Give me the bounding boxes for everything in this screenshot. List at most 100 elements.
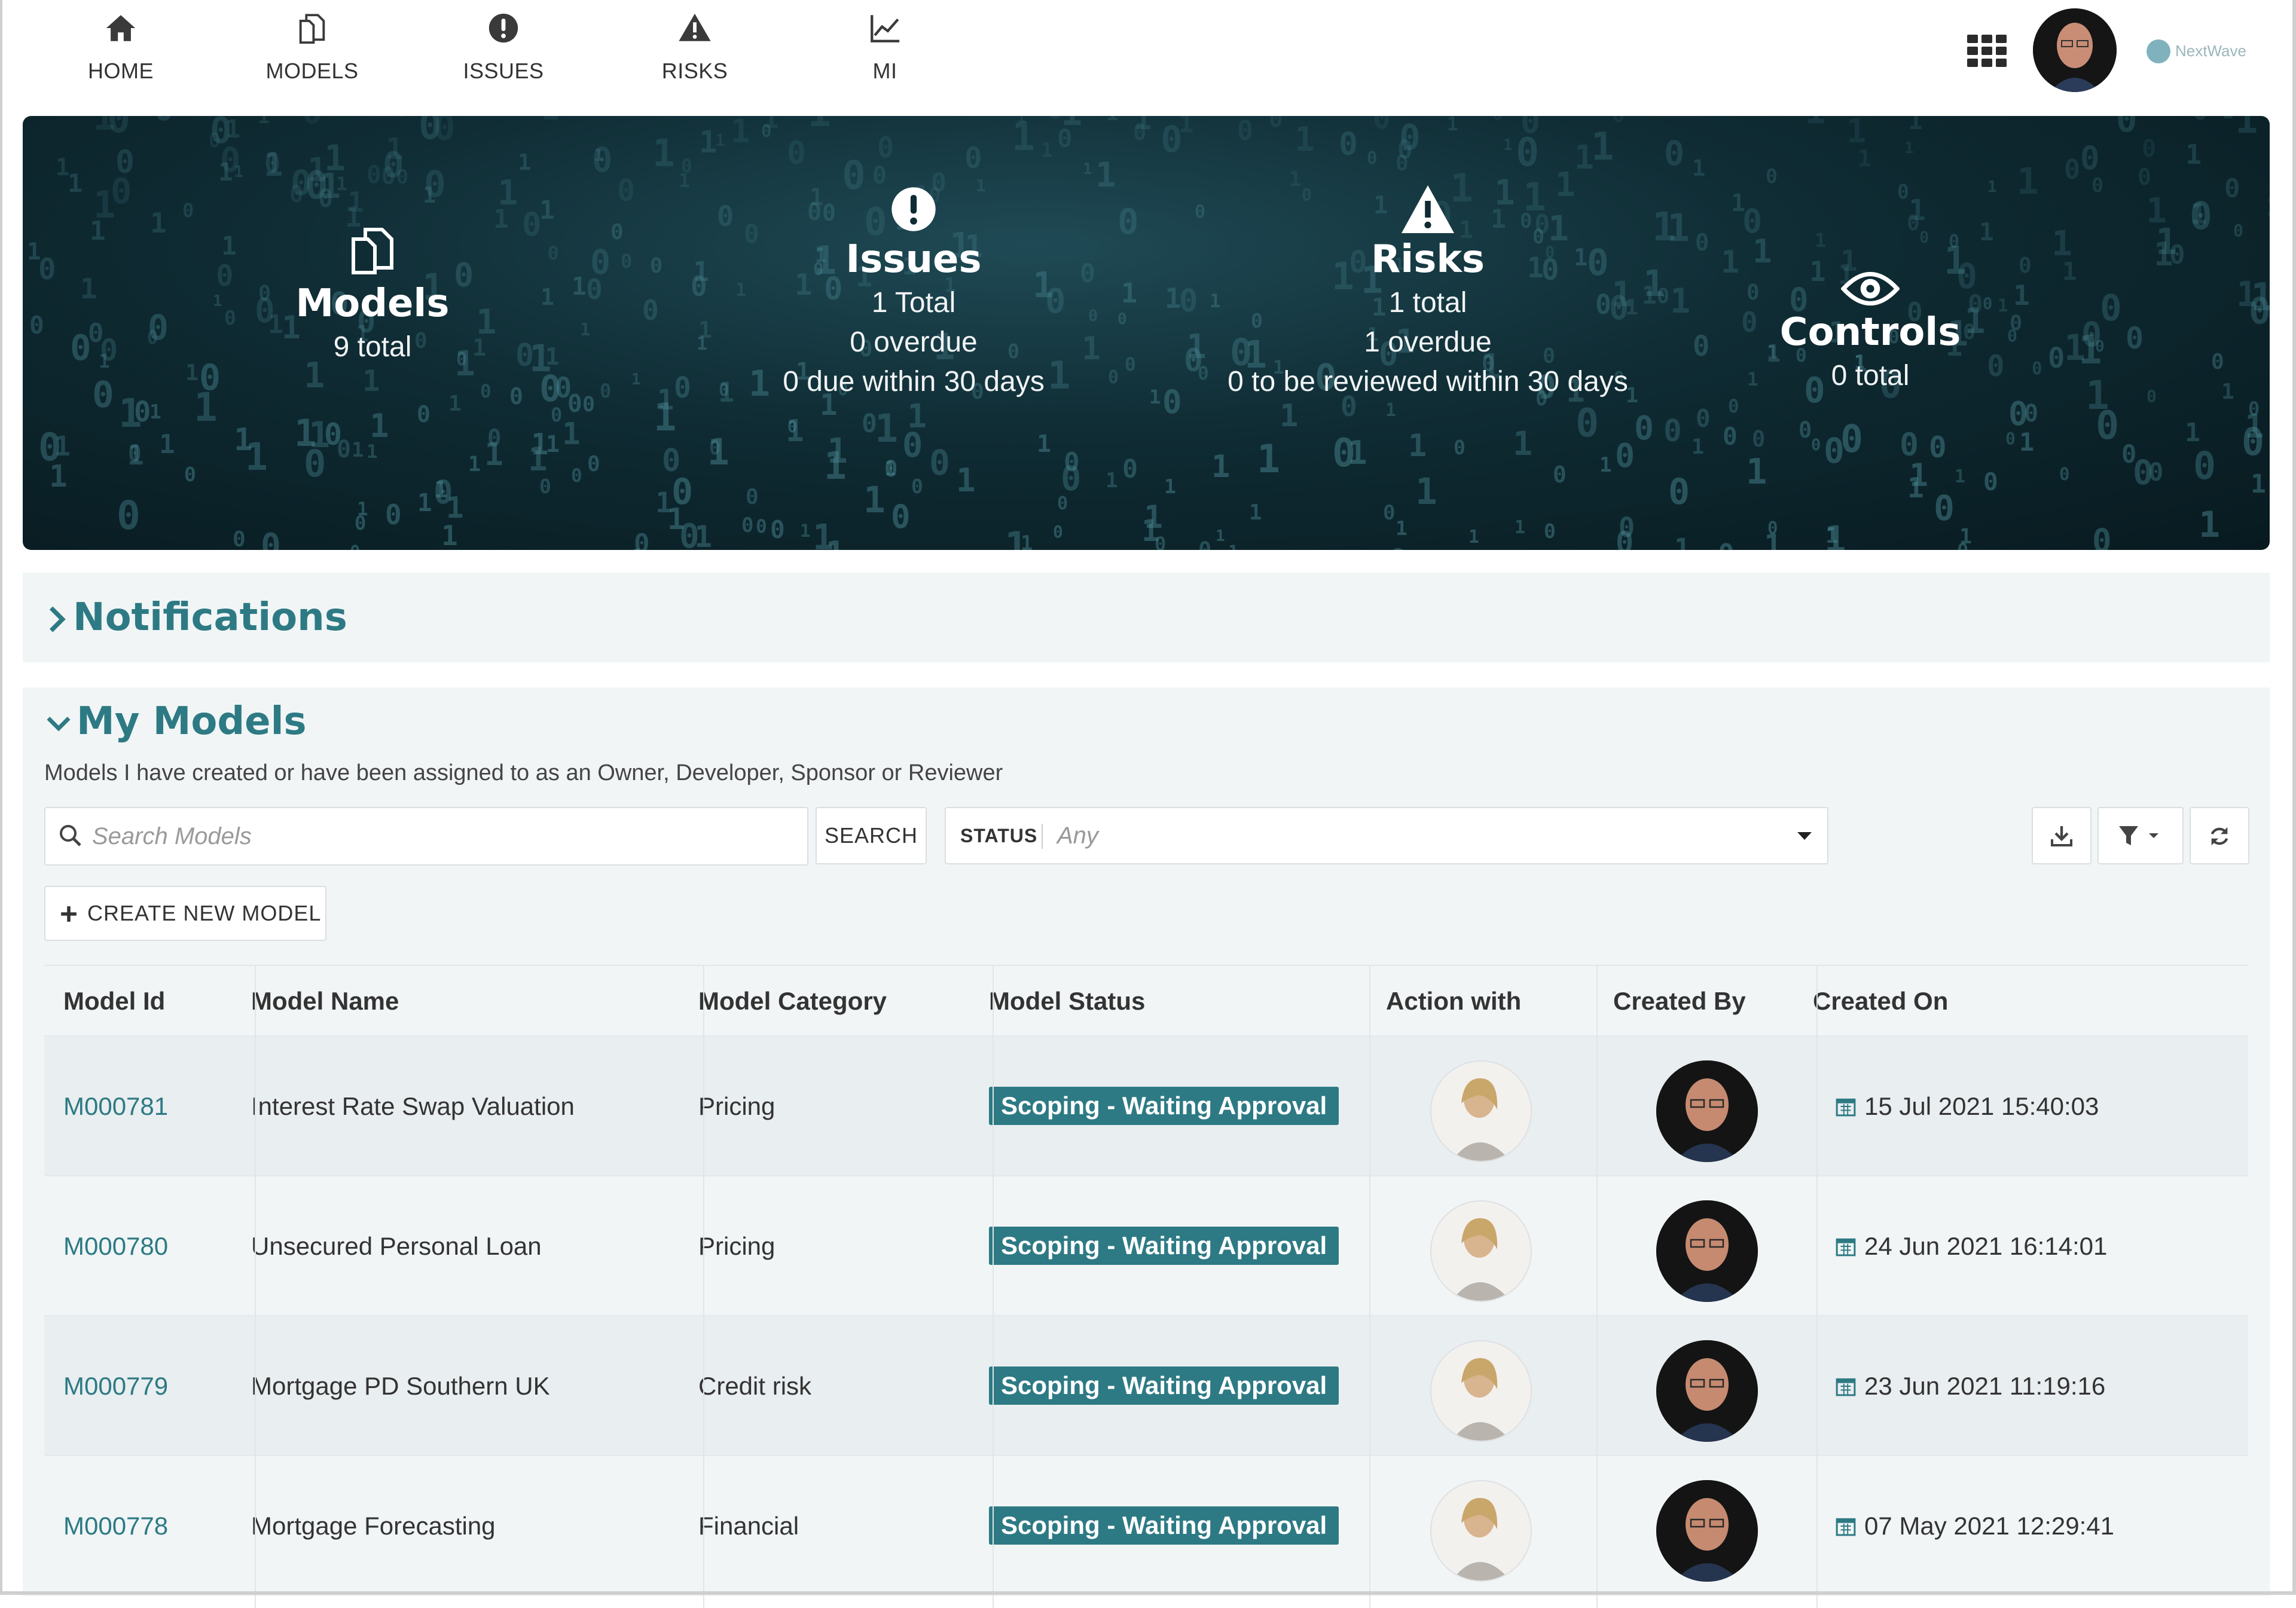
column-header-action-with[interactable]: Action with [1386, 966, 1521, 1037]
binary-digit: 0 [590, 243, 610, 282]
search-field[interactable] [44, 807, 808, 866]
model-id-link[interactable]: M000780 [63, 1176, 168, 1316]
binary-digit: 0 [2138, 164, 2151, 190]
binary-digit: 1 [1904, 139, 1914, 157]
models-summary[interactable]: Models 9 total [277, 222, 468, 367]
binary-digit: 0 [224, 306, 236, 329]
model-category: Financial [698, 1512, 799, 1540]
column-header-created-by[interactable]: Created By [1613, 966, 1746, 1037]
status-badge: Scoping - Waiting Approval [989, 1367, 1339, 1405]
table-row[interactable]: M000779 Mortgage PD Southern UK Credit r… [44, 1315, 2248, 1456]
column-header-model-id[interactable]: Model Id [63, 966, 165, 1037]
export-button[interactable] [2032, 807, 2092, 864]
model-category: Pricing [698, 1092, 775, 1120]
created-by-avatar[interactable] [1656, 1200, 1758, 1302]
search-input[interactable] [91, 819, 781, 854]
refresh-button[interactable] [2190, 807, 2249, 864]
binary-digit: 0 [2133, 453, 2153, 493]
binary-digit: 0 [911, 475, 923, 498]
model-id-link[interactable]: M000778 [63, 1456, 168, 1596]
binary-digit: 0 [877, 132, 894, 164]
action-with-avatar[interactable] [1430, 1200, 1532, 1302]
window-border-right [2292, 0, 2296, 1595]
my-models-toggle[interactable]: My Models [47, 699, 307, 744]
nav-risks[interactable]: RISKS [623, 11, 767, 88]
risks-overdue: 1 overdue [1364, 326, 1492, 358]
binary-digit: 0 [1811, 436, 1821, 454]
binary-digit: 0 [1057, 124, 1072, 153]
controls-summary[interactable]: Controls 0 total [1751, 269, 1990, 396]
binary-digit: 0 [2095, 338, 2105, 356]
notifications-toggle[interactable]: Notifications [47, 595, 347, 640]
column-header-model-status[interactable]: Model Status [989, 966, 1145, 1037]
binary-digit: 1 [1515, 517, 1525, 538]
nav-issues[interactable]: ISSUES [432, 11, 575, 88]
column-header-model-name[interactable]: Model Name [251, 966, 399, 1037]
binary-digit: 0 [92, 374, 114, 416]
binary-digit: 1 [1674, 533, 1690, 550]
model-name: Mortgage Forecasting [251, 1512, 496, 1540]
binary-digit: 1 [99, 351, 110, 372]
binary-digit: 1 [448, 392, 462, 416]
created-by-avatar[interactable] [1656, 1480, 1758, 1582]
home-icon [106, 15, 136, 41]
binary-digit: 1 [347, 186, 364, 218]
user-avatar[interactable] [2033, 8, 2117, 92]
binary-digit: 0 [393, 116, 411, 124]
binary-digit: 0 [2032, 358, 2042, 378]
search-icon [60, 825, 81, 846]
column-divider [255, 965, 256, 1608]
plus-icon [61, 906, 77, 922]
table-row[interactable]: M000778 Mortgage Forecasting Financial S… [44, 1455, 2248, 1596]
binary-digit: 0 [741, 513, 753, 537]
binary-digit: 1 [2245, 408, 2264, 445]
table-row[interactable]: M000780 Unsecured Personal Loan Pricing … [44, 1175, 2248, 1316]
binary-digit: 1 [632, 545, 643, 550]
table-header: Model Id Model Name Model Category Model… [44, 965, 2248, 1037]
apps-grid-icon[interactable] [1967, 35, 2007, 67]
issues-summary[interactable]: Issues 1 Total 0 overdue 0 due within 30… [692, 183, 1135, 402]
risks-total: 1 total [1388, 287, 1467, 319]
binary-digit: 1 [1955, 466, 1965, 487]
create-new-model-button[interactable]: CREATE NEW MODEL [44, 886, 326, 941]
binary-digit: 0 [255, 292, 275, 331]
nav-models[interactable]: MODELS [240, 11, 384, 88]
woman-portrait [1431, 1341, 1531, 1441]
model-id-link[interactable]: M000779 [63, 1316, 168, 1456]
risks-summary[interactable]: Risks 1 total 1 overdue 0 to be reviewed… [1159, 183, 1697, 402]
binary-digit: 0 [2224, 173, 2240, 204]
table-row[interactable]: M000781 Interest Rate Swap Valuation Pri… [44, 1035, 2248, 1176]
model-id-link[interactable]: M000781 [63, 1037, 168, 1176]
column-header-created-on[interactable]: Created On [1813, 966, 1948, 1037]
status-filter[interactable]: STATUS Any [945, 807, 1828, 864]
status-badge: Scoping - Waiting Approval [989, 1087, 1339, 1125]
action-with-avatar[interactable] [1430, 1480, 1532, 1582]
binary-digit: 1 [417, 488, 432, 517]
search-button[interactable]: SEARCH [816, 807, 927, 864]
action-with-avatar[interactable] [1430, 1340, 1532, 1442]
binary-digit: 0 [548, 243, 559, 264]
binary-digit: 0 [2147, 386, 2157, 406]
woman-portrait [1431, 1202, 1531, 1301]
binary-digit: 1 [150, 207, 167, 239]
calendar-icon [1836, 1378, 1856, 1396]
notifications-panel: Notifications [23, 573, 2270, 662]
filter-menu-button[interactable] [2097, 807, 2184, 864]
binary-digit: 0 [1767, 518, 1778, 538]
binary-digit: 0 [480, 381, 491, 402]
column-header-model-category[interactable]: Model Category [698, 966, 887, 1037]
binary-digit: 1 [1211, 449, 1230, 485]
created-by-avatar[interactable] [1656, 1340, 1758, 1442]
nav-mi[interactable]: MI [813, 11, 957, 88]
binary-digit: 0 [261, 527, 281, 550]
binary-digit: 0 [1919, 228, 1929, 247]
binary-digit: 1 [1257, 437, 1280, 482]
binary-digit: 0 [1718, 538, 1735, 550]
my-models-panel: My Models Models I have created or have … [23, 687, 2270, 1608]
binary-digit: 1 [2266, 192, 2270, 222]
binary-digit: 1 [68, 169, 83, 198]
action-with-avatar[interactable] [1430, 1060, 1532, 1162]
binary-digit: 1 [367, 441, 378, 463]
nav-home[interactable]: HOME [49, 11, 193, 88]
created-by-avatar[interactable] [1656, 1060, 1758, 1162]
